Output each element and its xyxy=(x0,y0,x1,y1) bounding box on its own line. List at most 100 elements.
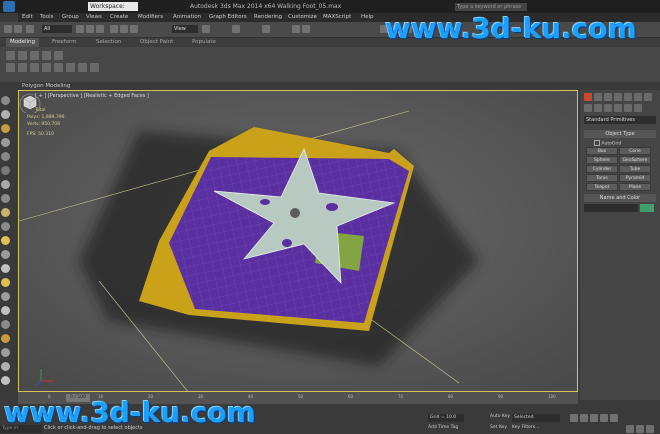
snap-icon[interactable] xyxy=(232,25,240,33)
modify-mode-icon[interactable] xyxy=(6,63,15,72)
menu-tools[interactable]: Tools xyxy=(40,14,54,20)
name-color-rollout[interactable]: Name and Color xyxy=(584,194,656,202)
plane-button[interactable]: Plane xyxy=(619,183,651,191)
attach-icon[interactable] xyxy=(66,63,75,72)
tool-icon-16[interactable] xyxy=(1,306,10,315)
add-time-tag-button[interactable]: Add Time Tag xyxy=(428,425,458,430)
tool-icon-21[interactable] xyxy=(1,376,10,385)
collapse-icon[interactable] xyxy=(54,63,63,72)
modify-tab-icon[interactable] xyxy=(594,104,602,112)
element-icon[interactable] xyxy=(54,51,63,60)
tool-icon-12[interactable] xyxy=(1,250,10,259)
tool-icon-15[interactable] xyxy=(1,292,10,301)
prev-frame-icon[interactable] xyxy=(580,414,588,422)
tool-icon-20[interactable] xyxy=(1,362,10,371)
sphere-button[interactable]: Sphere xyxy=(586,156,618,164)
detach-icon[interactable] xyxy=(78,63,87,72)
pivot-icon[interactable] xyxy=(202,25,210,33)
geosphere-button[interactable]: GeoSphere xyxy=(619,156,651,164)
tool-icon-19[interactable] xyxy=(1,348,10,357)
tool-icon-17[interactable] xyxy=(1,320,10,329)
menu-edit[interactable]: Edit xyxy=(22,14,33,20)
tool-icon-7[interactable] xyxy=(1,180,10,189)
select-object-icon[interactable] xyxy=(76,25,84,33)
menu-modifiers[interactable]: Modifiers xyxy=(138,14,163,20)
polygon-icon[interactable] xyxy=(6,51,15,60)
object-type-rollout[interactable]: Object Type xyxy=(584,130,656,138)
pan-icon[interactable] xyxy=(636,425,644,433)
soft-selection-icon[interactable] xyxy=(42,63,51,72)
angle-snap-icon[interactable] xyxy=(262,25,270,33)
tab-freeform[interactable]: Freeform xyxy=(52,39,77,45)
cylinder-button[interactable]: Cylinder xyxy=(586,165,618,173)
tool-icon-11[interactable] xyxy=(1,236,10,245)
undo-icon[interactable] xyxy=(4,25,12,33)
link-icon[interactable] xyxy=(26,25,34,33)
geometry-icon[interactable] xyxy=(584,93,592,101)
cone-button[interactable]: Cone xyxy=(619,147,651,155)
select-by-name-icon[interactable] xyxy=(86,25,94,33)
helpers-icon[interactable] xyxy=(624,93,632,101)
app-logo-icon[interactable] xyxy=(3,1,15,12)
border-icon[interactable] xyxy=(42,51,51,60)
menu-customize[interactable]: Customize xyxy=(288,14,317,20)
pyramid-button[interactable]: Pyramid xyxy=(619,174,651,182)
key-filters-button[interactable]: Key Filters... xyxy=(512,425,539,430)
tool-icon-2[interactable] xyxy=(1,110,10,119)
next-frame-icon[interactable] xyxy=(600,414,608,422)
mirror-icon[interactable] xyxy=(292,25,300,33)
tool-icon-5[interactable] xyxy=(1,152,10,161)
tab-selection[interactable]: Selection xyxy=(96,39,121,45)
orbit-icon[interactable] xyxy=(646,425,654,433)
rect-selection-icon[interactable] xyxy=(96,25,104,33)
vertex-icon[interactable] xyxy=(18,51,27,60)
tube-button[interactable]: Tube xyxy=(619,165,651,173)
create-tab-icon[interactable] xyxy=(584,104,592,112)
key-mode-dropdown[interactable]: Selected xyxy=(512,414,560,422)
tab-modeling[interactable]: Modeling xyxy=(6,38,40,47)
set-key-button[interactable]: Set Key xyxy=(490,425,507,430)
polygon-modeling-label[interactable]: Polygon Modeling xyxy=(0,82,122,90)
menu-maxscript[interactable]: MAXScript xyxy=(323,14,351,20)
zoom-icon[interactable] xyxy=(626,425,634,433)
rotate-icon[interactable] xyxy=(120,25,128,33)
workspace-dropdown[interactable]: Workspace: Default xyxy=(88,2,138,19)
viewport-label[interactable]: [ + ] [Perspective ] [Realistic + Edged … xyxy=(35,93,149,99)
play-icon[interactable] xyxy=(590,414,598,422)
box-button[interactable]: Box xyxy=(586,147,618,155)
menu-help[interactable]: Help xyxy=(361,14,374,20)
reference-coord-dropdown[interactable]: View xyxy=(172,25,198,33)
align-icon[interactable] xyxy=(302,25,310,33)
tab-object-paint[interactable]: Object Paint xyxy=(140,39,173,45)
auto-key-button[interactable]: Auto Key xyxy=(490,414,510,419)
primitive-type-dropdown[interactable]: Standard Primitives xyxy=(584,116,656,124)
tool-icon-18[interactable] xyxy=(1,334,10,343)
teapot-button[interactable]: Teapot xyxy=(586,183,618,191)
edge-icon[interactable] xyxy=(30,51,39,60)
go-to-end-icon[interactable] xyxy=(610,414,618,422)
tab-populate[interactable]: Populate xyxy=(192,39,216,45)
menu-animation[interactable]: Animation xyxy=(173,14,201,20)
viewcube-icon[interactable] xyxy=(19,91,41,113)
menu-rendering[interactable]: Rendering xyxy=(254,14,282,20)
shapes-icon[interactable] xyxy=(594,93,602,101)
menu-graph-editors[interactable]: Graph Editors xyxy=(209,14,247,20)
go-to-start-icon[interactable] xyxy=(570,414,578,422)
utilities-tab-icon[interactable] xyxy=(634,104,642,112)
tool-icon-14[interactable] xyxy=(1,278,10,287)
perspective-viewport[interactable]: [ + ] [Perspective ] [Realistic + Edged … xyxy=(18,90,578,392)
menu-views[interactable]: Views xyxy=(86,14,102,20)
preserve-uvs-icon[interactable] xyxy=(90,63,99,72)
object-color-swatch[interactable] xyxy=(640,204,654,212)
tool-icon-9[interactable] xyxy=(1,208,10,217)
systems-icon[interactable] xyxy=(644,93,652,101)
tool-icon-10[interactable] xyxy=(1,222,10,231)
tool-icon-13[interactable] xyxy=(1,264,10,273)
redo-icon[interactable] xyxy=(14,25,22,33)
display-tab-icon[interactable] xyxy=(624,104,632,112)
tool-icon-4[interactable] xyxy=(1,138,10,147)
move-icon[interactable] xyxy=(110,25,118,33)
tool-icon-1[interactable] xyxy=(1,96,10,105)
selection-filter-dropdown[interactable]: All xyxy=(42,25,72,33)
lights-icon[interactable] xyxy=(604,93,612,101)
